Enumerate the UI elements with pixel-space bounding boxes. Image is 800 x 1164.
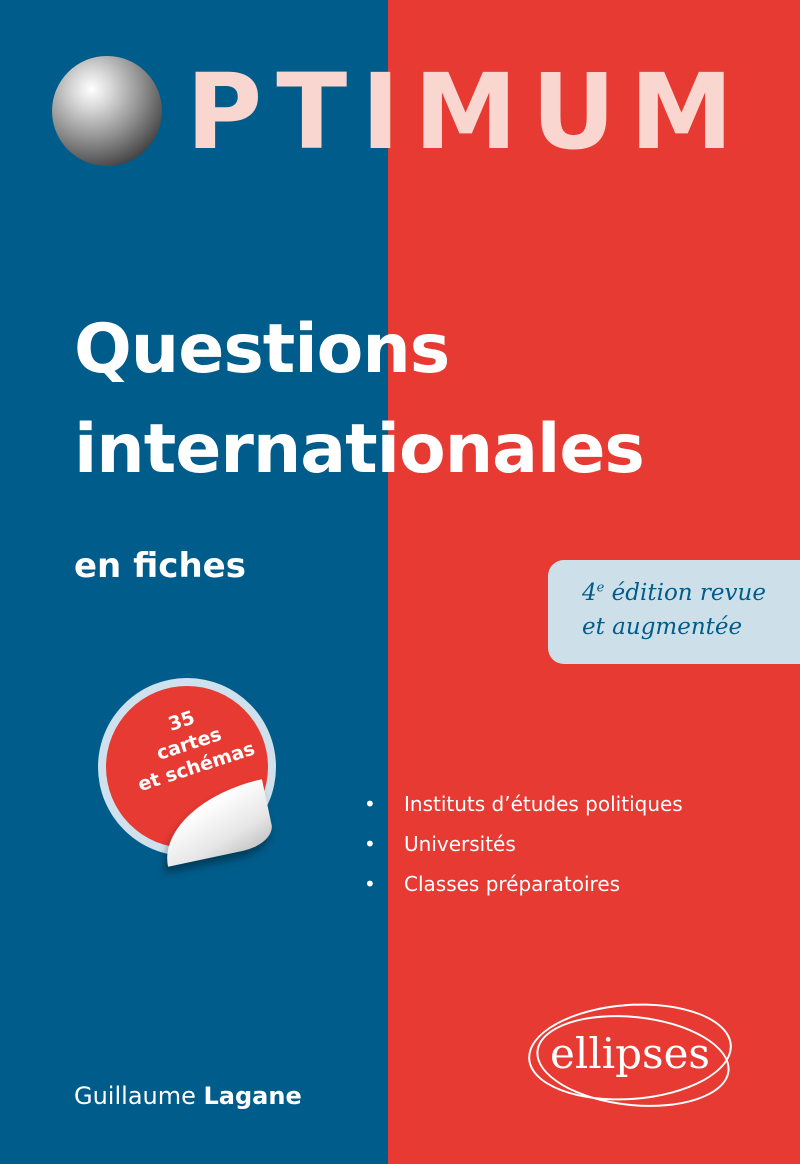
book-title-line2: internationales [74,410,645,489]
edition-line2: et augmentée [582,614,743,640]
author-name: Guillaume Lagane [74,1076,302,1116]
series-logo: PTIMUM [52,56,772,176]
publisher-name: ellipses [549,1029,710,1078]
series-name: PTIMUM [186,51,748,173]
edition-number: 4 [582,580,597,606]
audience-item: Classes préparatoires [364,864,683,904]
sphere-icon [52,56,162,166]
edition-badge: 4e édition revue et augmentée [548,560,800,664]
audience-list: Instituts d’études politiques Université… [364,784,683,904]
book-title-line1: Questions [74,310,450,389]
audience-item: Instituts d’études politiques [364,784,683,824]
author-last-name: Lagane [203,1082,302,1110]
book-title: Questions internationales [74,300,645,500]
edition-line1-rest: édition revue [604,580,766,606]
book-cover: PTIMUM Questions internationales en fich… [0,0,800,1164]
book-subtitle: en fiches [74,546,246,586]
edition-line1: 4e édition revue [582,576,800,610]
audience-item: Universités [364,824,683,864]
publisher-logo: ellipses [524,997,736,1116]
author-first-name: Guillaume [74,1082,196,1110]
